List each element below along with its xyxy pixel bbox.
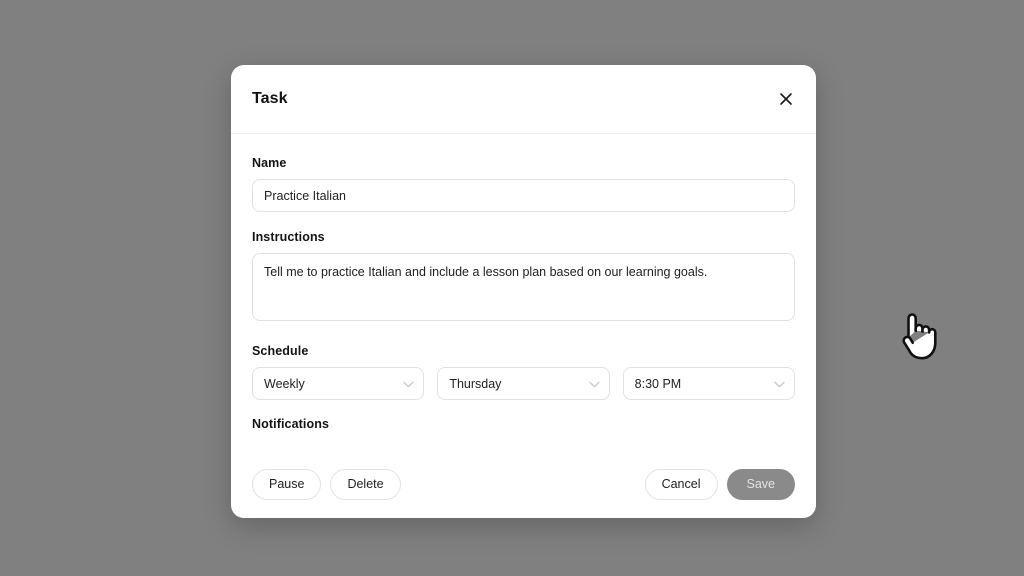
day-value: Thursday	[449, 376, 502, 391]
pause-button[interactable]: Pause	[252, 468, 322, 500]
frequency-value: Weekly	[264, 376, 305, 391]
day-select[interactable]: Thursday	[437, 367, 610, 400]
dialog-body: Name Instructions Tell me to practice It…	[231, 134, 816, 450]
footer-left-actions: Pause Delete	[252, 468, 401, 500]
notifications-label: Notifications	[252, 417, 329, 431]
schedule-label: Schedule	[252, 344, 309, 358]
delete-button[interactable]: Delete	[330, 468, 401, 500]
day-select-wrap: Thursday	[437, 367, 610, 400]
task-dialog: Task Name Instructions Tell me to practi…	[231, 65, 816, 518]
name-label: Name	[252, 156, 287, 170]
dialog-title: Task	[252, 90, 288, 107]
dialog-header: Task	[231, 65, 816, 134]
instructions-textarea[interactable]: Tell me to practice Italian and include …	[252, 253, 795, 321]
frequency-select-wrap: Weekly	[252, 367, 425, 400]
frequency-select[interactable]: Weekly	[252, 367, 425, 400]
name-input[interactable]	[252, 179, 795, 212]
schedule-controls: Weekly Thursday 8:30 PM	[252, 367, 795, 400]
name-field-group: Name	[252, 156, 795, 212]
dialog-footer: Pause Delete Cancel Save	[231, 450, 816, 518]
save-button[interactable]: Save	[726, 468, 795, 500]
schedule-field-group: Schedule Weekly Thursday 8:30 PM	[252, 344, 795, 400]
footer-right-actions: Cancel Save	[644, 468, 795, 500]
notifications-field-group: Notifications	[252, 417, 795, 431]
time-select-wrap: 8:30 PM	[622, 367, 795, 400]
cancel-button[interactable]: Cancel	[644, 468, 718, 500]
instructions-label: Instructions	[252, 230, 325, 244]
time-value: 8:30 PM	[634, 376, 682, 391]
close-icon[interactable]	[772, 85, 800, 113]
time-select[interactable]: 8:30 PM	[622, 367, 795, 400]
instructions-field-group: Instructions Tell me to practice Italian…	[252, 230, 795, 326]
